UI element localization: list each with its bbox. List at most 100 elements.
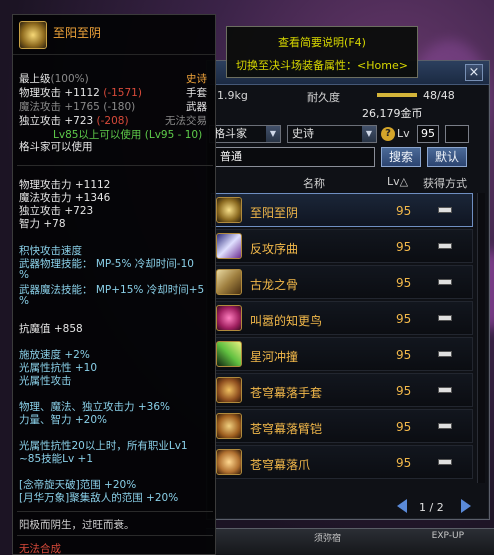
weight-durability-row: 1.9kg 耐久度 48/48 26,179金币: [207, 87, 489, 123]
page-indicator: 1 / 2: [419, 501, 444, 514]
item-name: 苍穹幕落手套: [250, 386, 323, 400]
arena-stats-hint[interactable]: 切换至决斗场装备属性：<Home>: [227, 57, 417, 73]
table-row[interactable]: 星河冲撞 95: [211, 337, 473, 371]
rarity-filter-select[interactable]: 史诗 ▼: [287, 125, 377, 143]
table-row[interactable]: 叫嚣的知更鸟 95: [211, 301, 473, 335]
tooltip-header: 至阳至阴: [13, 15, 215, 55]
skill-mag-cont: %: [19, 295, 29, 307]
table-row[interactable]: 苍穹幕落手套 95: [211, 373, 473, 407]
item-level: 95: [396, 240, 412, 254]
source-icon[interactable]: [438, 423, 452, 429]
hud-tag: 须弥宿: [314, 534, 342, 544]
synthesis-restriction: 无法合成: [19, 543, 61, 555]
brief-description-hint[interactable]: 查看简要说明(F4): [227, 34, 417, 50]
item-name: 至阳至阴: [250, 206, 299, 220]
item-name: 苍穹幕落臂铠: [250, 422, 323, 436]
sword-icon: [216, 233, 242, 259]
mag-atk-label: 魔法攻击: [19, 101, 61, 113]
divider: [17, 165, 213, 166]
durability-label: 耐久度: [307, 91, 340, 104]
item-name: 星河冲撞: [250, 350, 299, 364]
help-icon[interactable]: ?: [381, 127, 395, 141]
item-level: 95: [396, 312, 412, 326]
column-level-header[interactable]: Lv△: [387, 175, 408, 188]
divider: [17, 511, 213, 512]
search-row: 普通 搜索 默认: [207, 147, 489, 169]
extra-skill-level-cont: ~85技能Lv +1: [19, 453, 94, 465]
equipment-window: × 1.9kg 耐久度 48/48 26,179金币 格斗家 ▼ 史诗 ▼ ? …: [206, 60, 490, 520]
column-name-header[interactable]: 名称: [303, 175, 325, 191]
phys-atk-line: 物理攻击 +1112 (-1571): [19, 85, 142, 100]
chevron-down-icon: ▼: [362, 126, 376, 142]
next-page-icon[interactable]: [461, 499, 471, 513]
grade: 最上级: [19, 73, 51, 85]
durability-bar: [377, 93, 417, 97]
level-label: Lv: [397, 127, 410, 140]
ind-atk-diff: (-208): [96, 115, 129, 127]
skill-phys-cont: %: [19, 269, 29, 281]
ind-atk-value: +723: [64, 115, 94, 127]
source-icon[interactable]: [438, 387, 452, 393]
mag-atk-line: 魔法攻击 +1765 (-180): [19, 99, 135, 114]
gauntlet-icon: [216, 197, 242, 223]
item-name: 反攻序曲: [250, 242, 299, 256]
glove-icon: [216, 377, 242, 403]
trade-restriction: 无法交易: [165, 115, 207, 127]
item-tooltip: 至阳至阴 最上级(100%) 史诗 物理攻击 +1112 (-1571) 手套 …: [12, 14, 216, 555]
prev-page-icon[interactable]: [397, 499, 407, 513]
level-min-input[interactable]: 95: [417, 125, 439, 143]
item-title: 至阳至阴: [53, 26, 102, 40]
class-filter-value: 格斗家: [214, 127, 247, 140]
armguard-icon: [216, 413, 242, 439]
source-icon[interactable]: [438, 207, 452, 213]
item-name: 叫嚣的知更鸟: [250, 314, 323, 328]
source-icon[interactable]: [438, 243, 452, 249]
item-level: 95: [396, 348, 412, 362]
exp-indicator: EXP-UP: [431, 531, 464, 541]
phys-atk-label: 物理攻击: [19, 87, 61, 99]
bone-icon: [216, 269, 242, 295]
level-max-input[interactable]: [445, 125, 469, 143]
claw-icon: [216, 449, 242, 475]
close-button[interactable]: ×: [465, 64, 483, 81]
item-level: 95: [396, 276, 412, 290]
grade-line: 最上级(100%): [19, 71, 89, 86]
phys-atk-diff: (-1571): [103, 87, 142, 99]
table-header: 名称 Lv△ 获得方式: [207, 173, 489, 191]
mag-atk-diff: (-180): [103, 101, 136, 113]
spear-icon: [216, 341, 242, 367]
class-requirement: 格斗家可以使用: [19, 141, 93, 153]
table-row[interactable]: 反攻序曲 95: [211, 229, 473, 263]
column-source-header[interactable]: 获得方式: [423, 175, 467, 191]
table-row[interactable]: 苍穹幕落臂铠 95: [211, 409, 473, 443]
mag-atk-value: +1765: [64, 101, 100, 113]
search-input[interactable]: 普通: [215, 147, 375, 167]
item-type: 手套: [186, 87, 207, 99]
bottom-hud: 须弥宿 EXP-UP: [206, 528, 494, 555]
source-icon[interactable]: [438, 459, 452, 465]
gauntlet-icon: [19, 21, 47, 49]
table-row[interactable]: 至阳至阴 95: [211, 193, 473, 227]
source-icon[interactable]: [438, 315, 452, 321]
source-icon[interactable]: [438, 351, 452, 357]
table-row[interactable]: 古龙之骨 95: [211, 265, 473, 299]
default-button[interactable]: 默认: [427, 147, 467, 167]
description-hint-box: 查看简要说明(F4) 切换至决斗场装备属性：<Home>: [226, 26, 418, 78]
durability-fill: [377, 93, 417, 97]
item-level: 95: [396, 420, 412, 434]
source-icon[interactable]: [438, 279, 452, 285]
weapon-type: 武器: [186, 101, 207, 113]
list-scrollbar[interactable]: [477, 193, 485, 483]
item-level: 95: [396, 384, 412, 398]
item-level: 95: [396, 456, 412, 470]
item-name: 苍穹幕落爪: [250, 458, 311, 472]
ind-atk-label: 独立攻击: [19, 115, 61, 127]
extra-skill-range-2: [月华万象]聚集敌人的范围 +20%: [19, 492, 179, 504]
divider: [17, 535, 213, 536]
table-row[interactable]: 苍穹幕落爪 95: [211, 445, 473, 479]
durability-value: 48/48: [423, 89, 455, 102]
class-filter-select[interactable]: 格斗家 ▼: [209, 125, 281, 143]
filter-row: 格斗家 ▼ 史诗 ▼ ? Lv 95: [207, 123, 489, 145]
search-button[interactable]: 搜索: [381, 147, 421, 167]
pagination: 1 / 2: [207, 497, 489, 519]
